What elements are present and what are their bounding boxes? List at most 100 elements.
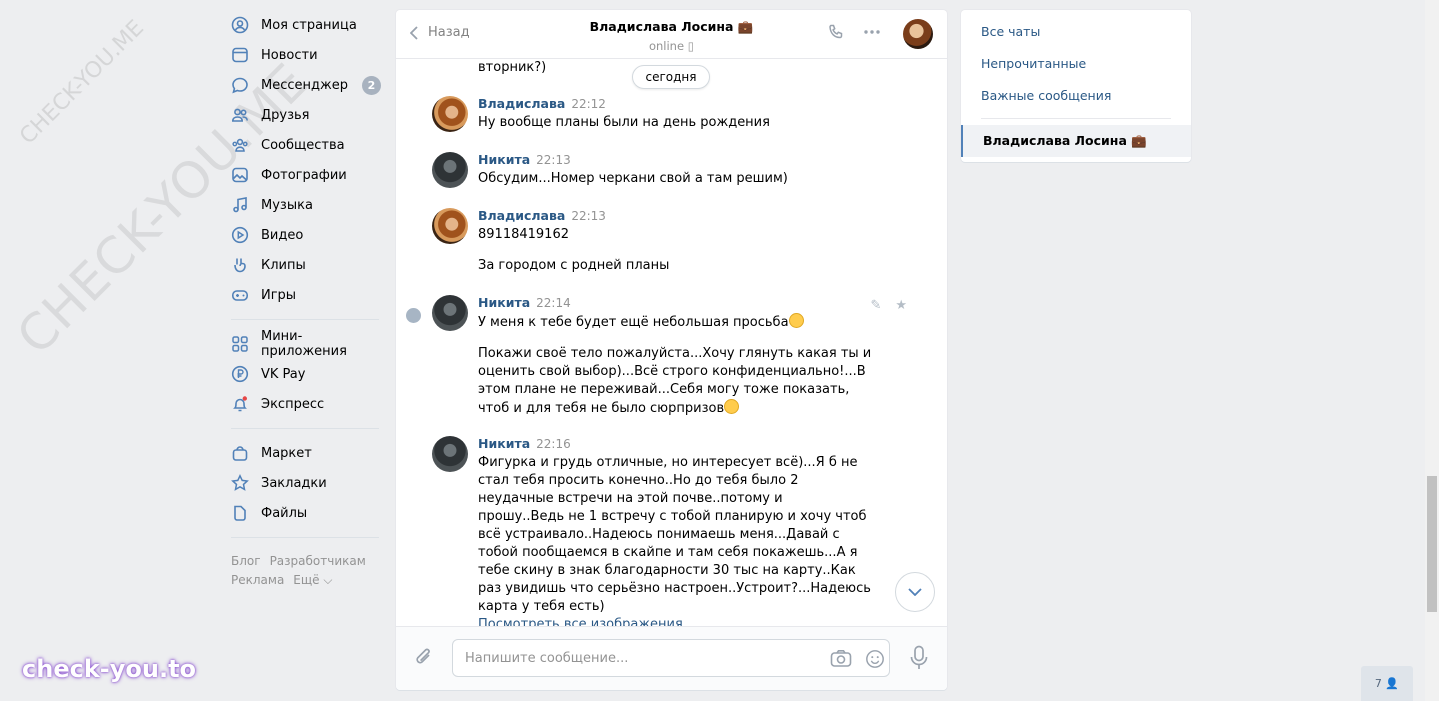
nav-bookmarks[interactable]: Закладки	[231, 468, 381, 498]
panel-divider	[981, 118, 1171, 119]
active-chat-item[interactable]: Владислава Лосина 💼	[961, 125, 1191, 157]
message-text: У меня к тебе будет ещё небольшая просьб…	[478, 315, 789, 330]
favorite-star-icon[interactable]: ★	[895, 298, 907, 313]
games-icon	[231, 286, 249, 304]
message-text: За городом с родней планы	[478, 258, 670, 273]
emoji-icon[interactable]	[864, 649, 886, 673]
messenger-badge: 2	[362, 76, 381, 95]
message[interactable]: Владислава 22:13 89118419162 За городом с…	[432, 208, 872, 275]
video-icon	[231, 226, 249, 244]
chat-filter-panel: Все чаты Непрочитанные Важные сообщения …	[961, 10, 1191, 162]
nav-messenger[interactable]: Мессенджер 2	[231, 70, 381, 100]
message[interactable]: Владислава 22:12 Ну вообще планы были на …	[432, 96, 872, 132]
message-author[interactable]: Никита	[478, 295, 530, 310]
more-icon[interactable]	[863, 23, 881, 45]
filter-important[interactable]: Важные сообщения	[961, 80, 1191, 112]
online-friends-widget[interactable]: 7 👤	[1361, 666, 1413, 701]
chevron-down-icon	[908, 588, 922, 596]
news-icon	[231, 46, 249, 64]
nav-vkpay[interactable]: VK Pay	[231, 359, 381, 389]
peer-avatar[interactable]	[903, 19, 933, 49]
avatar[interactable]	[432, 295, 468, 331]
nav-files[interactable]: Файлы	[231, 498, 381, 528]
message-author[interactable]: Владислава	[478, 96, 565, 111]
day-separator: сегодня	[632, 65, 710, 89]
select-check-icon[interactable]	[406, 308, 421, 323]
nav-label: Видео	[261, 227, 304, 243]
message-author[interactable]: Владислава	[478, 208, 565, 223]
nav-label: Экспресс	[261, 396, 325, 412]
nav-video[interactable]: Видео	[231, 220, 381, 250]
star-icon	[231, 474, 249, 492]
nav-mini-apps[interactable]: Мини-приложения	[231, 329, 381, 359]
filter-unread[interactable]: Непрочитанные	[961, 48, 1191, 80]
nav-news[interactable]: Новости	[231, 40, 381, 70]
scroll-down-button[interactable]	[895, 572, 935, 612]
avatar[interactable]	[432, 436, 468, 472]
avatar[interactable]	[432, 96, 468, 132]
nav-games[interactable]: Игры	[231, 280, 381, 310]
message-author[interactable]: Никита	[478, 436, 530, 451]
partial-message-text: вторник?)	[478, 60, 547, 75]
nav-label: Мессенджер	[261, 77, 348, 93]
nav-label: Музыка	[261, 197, 313, 213]
nav-market[interactable]: Маркет	[231, 438, 381, 468]
message[interactable]: Никита 22:16 Фигурка и грудь отличные, но…	[432, 436, 872, 626]
nav-music[interactable]: Музыка	[231, 190, 381, 220]
scrollbar-thumb[interactable]	[1427, 476, 1437, 612]
left-nav: Моя страница Новости Мессенджер 2 Друзья…	[231, 10, 381, 590]
attach-paperclip-icon[interactable]	[414, 647, 434, 673]
avatar[interactable]	[432, 208, 468, 244]
nav-clips[interactable]: Клипы	[231, 250, 381, 280]
camera-icon[interactable]	[830, 649, 852, 673]
nav-label: Закладки	[261, 475, 327, 491]
edit-icon[interactable]: ✎	[870, 298, 881, 313]
nav-express[interactable]: Экспресс	[231, 389, 381, 419]
page-scrollbar[interactable]	[1425, 0, 1439, 701]
message-time: 22:16	[536, 437, 571, 451]
message-text: Обсудим...Номер черкани свой а там решим…	[478, 171, 788, 186]
nav-label: Мини-приложения	[261, 329, 347, 359]
footer-more-link[interactable]: Ещё ⌵	[293, 573, 332, 587]
message-text: Фигурка и грудь отличные, но интересует …	[478, 455, 871, 614]
nav-label: Маркет	[261, 445, 312, 461]
footer-dev-link[interactable]: Разработчикам	[270, 554, 366, 568]
nav-label: Клипы	[261, 257, 306, 273]
nav-label: Моя страница	[261, 17, 357, 33]
nav-divider	[231, 428, 379, 429]
view-all-images-link[interactable]: Посмотреть все изображения	[478, 616, 872, 626]
nav-photos[interactable]: Фотографии	[231, 160, 381, 190]
nav-label: Сообщества	[261, 137, 345, 153]
nav-label: Друзья	[261, 107, 310, 123]
message-time: 22:13	[536, 153, 571, 167]
message[interactable]: Никита 22:13 Обсудим...Номер черкани свой…	[432, 152, 872, 188]
nav-divider	[231, 537, 379, 538]
nav-friends[interactable]: Друзья	[231, 100, 381, 130]
message-icon	[231, 76, 249, 94]
photo-icon	[231, 166, 249, 184]
online-count: 7	[1374, 677, 1382, 690]
mobile-icon: ▯	[687, 39, 695, 53]
message-author[interactable]: Никита	[478, 152, 530, 167]
bag-icon	[231, 444, 249, 462]
bell-icon	[231, 395, 249, 413]
phone-icon[interactable]	[827, 23, 845, 45]
microphone-icon[interactable]	[909, 645, 929, 675]
avatar[interactable]	[432, 152, 468, 188]
message-time: 22:12	[571, 97, 606, 111]
nav-communities[interactable]: Сообщества	[231, 130, 381, 160]
header-actions	[809, 19, 933, 49]
message-history: вторник?) сегодня Владислава 22:12 Ну воо…	[396, 60, 947, 626]
flushed-emoji-icon	[788, 313, 804, 328]
nav-label: VK Pay	[261, 366, 306, 382]
message[interactable]: Никита 22:14 У меня к тебе будет ещё небо…	[432, 295, 872, 418]
filter-all-chats[interactable]: Все чаты	[961, 16, 1191, 48]
footer-blog-link[interactable]: Блог	[231, 554, 261, 568]
nav-my-page[interactable]: Моя страница	[231, 10, 381, 40]
footer-ads-link[interactable]: Реклама	[231, 573, 284, 587]
apps-icon	[231, 335, 249, 353]
file-icon	[231, 504, 249, 522]
peer-status-text: online	[648, 39, 685, 53]
person-icon: 👤	[1385, 677, 1400, 690]
music-icon	[231, 196, 249, 214]
